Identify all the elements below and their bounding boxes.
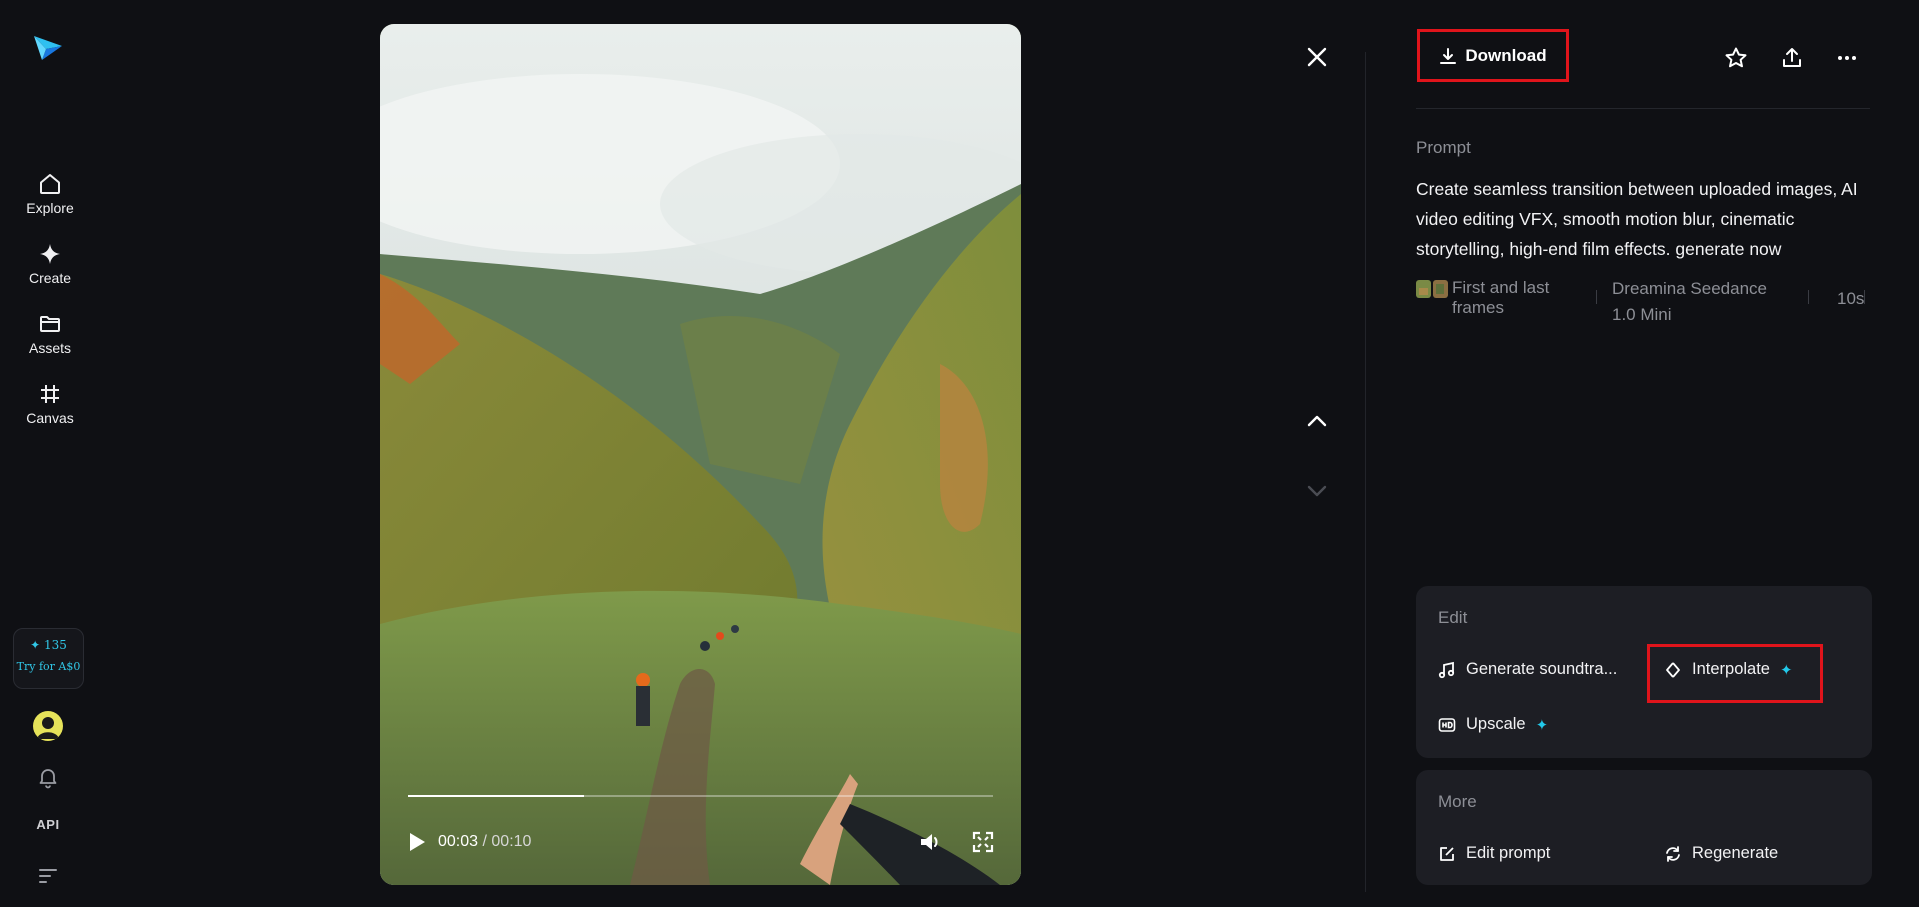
bell-icon[interactable]: [36, 765, 60, 789]
meta-type: First and last frames: [1452, 278, 1550, 317]
panel-divider: [1365, 52, 1366, 892]
volume-icon[interactable]: [918, 830, 944, 854]
menu-icon[interactable]: [38, 868, 58, 884]
meta-duration: 10s: [1837, 289, 1865, 308]
more-title: More: [1438, 792, 1477, 811]
total-time: 00:10: [491, 833, 532, 850]
download-icon: [1440, 47, 1457, 64]
edit-prompt-button[interactable]: Edit prompt: [1438, 844, 1550, 863]
sidebar-item-canvas[interactable]: Canvas: [0, 382, 100, 426]
upscale-label: Upscale: [1466, 715, 1526, 733]
regenerate-button[interactable]: Regenerate: [1664, 844, 1778, 863]
time-display: 00:03 / 00:10: [438, 833, 531, 851]
interpolate-highlight: [1647, 644, 1823, 703]
edit-prompt-label: Edit prompt: [1466, 844, 1551, 862]
credits-badge[interactable]: ✦ 135 Try for A$0: [13, 628, 84, 689]
music-icon: [1438, 661, 1455, 678]
frame-thumbnails: [1416, 280, 1448, 298]
sidebar-item-create[interactable]: Create: [0, 242, 100, 286]
sparkle-icon: ✦: [1535, 716, 1549, 734]
download-label: Download: [1465, 45, 1547, 65]
credits-count: ✦ 135: [30, 638, 67, 652]
download-button[interactable]: Download: [1417, 29, 1569, 82]
generate-soundtrack-label: Generate soundtra...: [1466, 660, 1618, 678]
player-controls: 00:03 / 00:10: [406, 827, 996, 857]
sidebar-item-explore[interactable]: Explore: [0, 172, 100, 216]
meta-separator: [1596, 290, 1597, 304]
sidebar-item-label: Explore: [26, 200, 74, 216]
sidebar-item-label: Canvas: [26, 410, 74, 426]
meta-separator: [1864, 290, 1865, 304]
folder-icon: [40, 316, 60, 332]
play-icon[interactable]: [406, 830, 428, 854]
star-icon[interactable]: [1724, 46, 1748, 70]
prompt-label: Prompt: [1416, 138, 1471, 157]
prompt-text: Create seamless transition between uploa…: [1416, 179, 1858, 259]
header-divider: [1416, 108, 1870, 109]
home-icon: [40, 174, 60, 194]
video-frame: [380, 24, 1021, 885]
meta-separator: [1808, 290, 1809, 304]
share-icon[interactable]: [1780, 46, 1804, 70]
progress-fill: [408, 795, 584, 797]
sidebar: Explore Create Assets Canvas ✦ 135 Try f…: [0, 0, 100, 907]
sidebar-item-label: Create: [28, 270, 72, 286]
sidebar-item-assets[interactable]: Assets: [0, 312, 100, 356]
generation-meta: First and last frames Dreamina Seedance …: [1416, 276, 1872, 324]
upscale-button[interactable]: Upscale ✦: [1438, 715, 1548, 734]
meta-model: Dreamina Seedance 1.0 Mini: [1612, 279, 1767, 324]
regenerate-label: Regenerate: [1692, 844, 1779, 862]
progress-bar[interactable]: [408, 795, 993, 797]
edit-icon: [1440, 846, 1454, 861]
video-player[interactable]: 00:03 / 00:10: [380, 24, 1021, 885]
chevron-up-icon[interactable]: [1305, 409, 1329, 433]
refresh-icon: [1666, 845, 1680, 862]
current-time: 00:03: [438, 833, 479, 850]
generate-soundtrack-button[interactable]: Generate soundtra...: [1438, 660, 1617, 679]
hd-icon: [1438, 717, 1456, 732]
api-link[interactable]: API: [0, 817, 96, 832]
canvas-icon: [41, 385, 59, 403]
close-icon[interactable]: [1306, 46, 1328, 68]
logo-icon[interactable]: [32, 32, 64, 64]
edit-title: Edit: [1438, 608, 1468, 627]
more-card: More Edit prompt Regenerate: [1416, 770, 1872, 885]
sparkle-icon: [40, 244, 60, 264]
time-separator: /: [478, 833, 492, 850]
chevron-down-icon[interactable]: [1305, 479, 1329, 503]
avatar[interactable]: [33, 711, 63, 741]
sidebar-item-label: Assets: [28, 340, 71, 356]
more-icon[interactable]: [1835, 46, 1859, 70]
fullscreen-icon[interactable]: [972, 831, 994, 853]
try-free-label: Try for A$0: [16, 660, 81, 673]
